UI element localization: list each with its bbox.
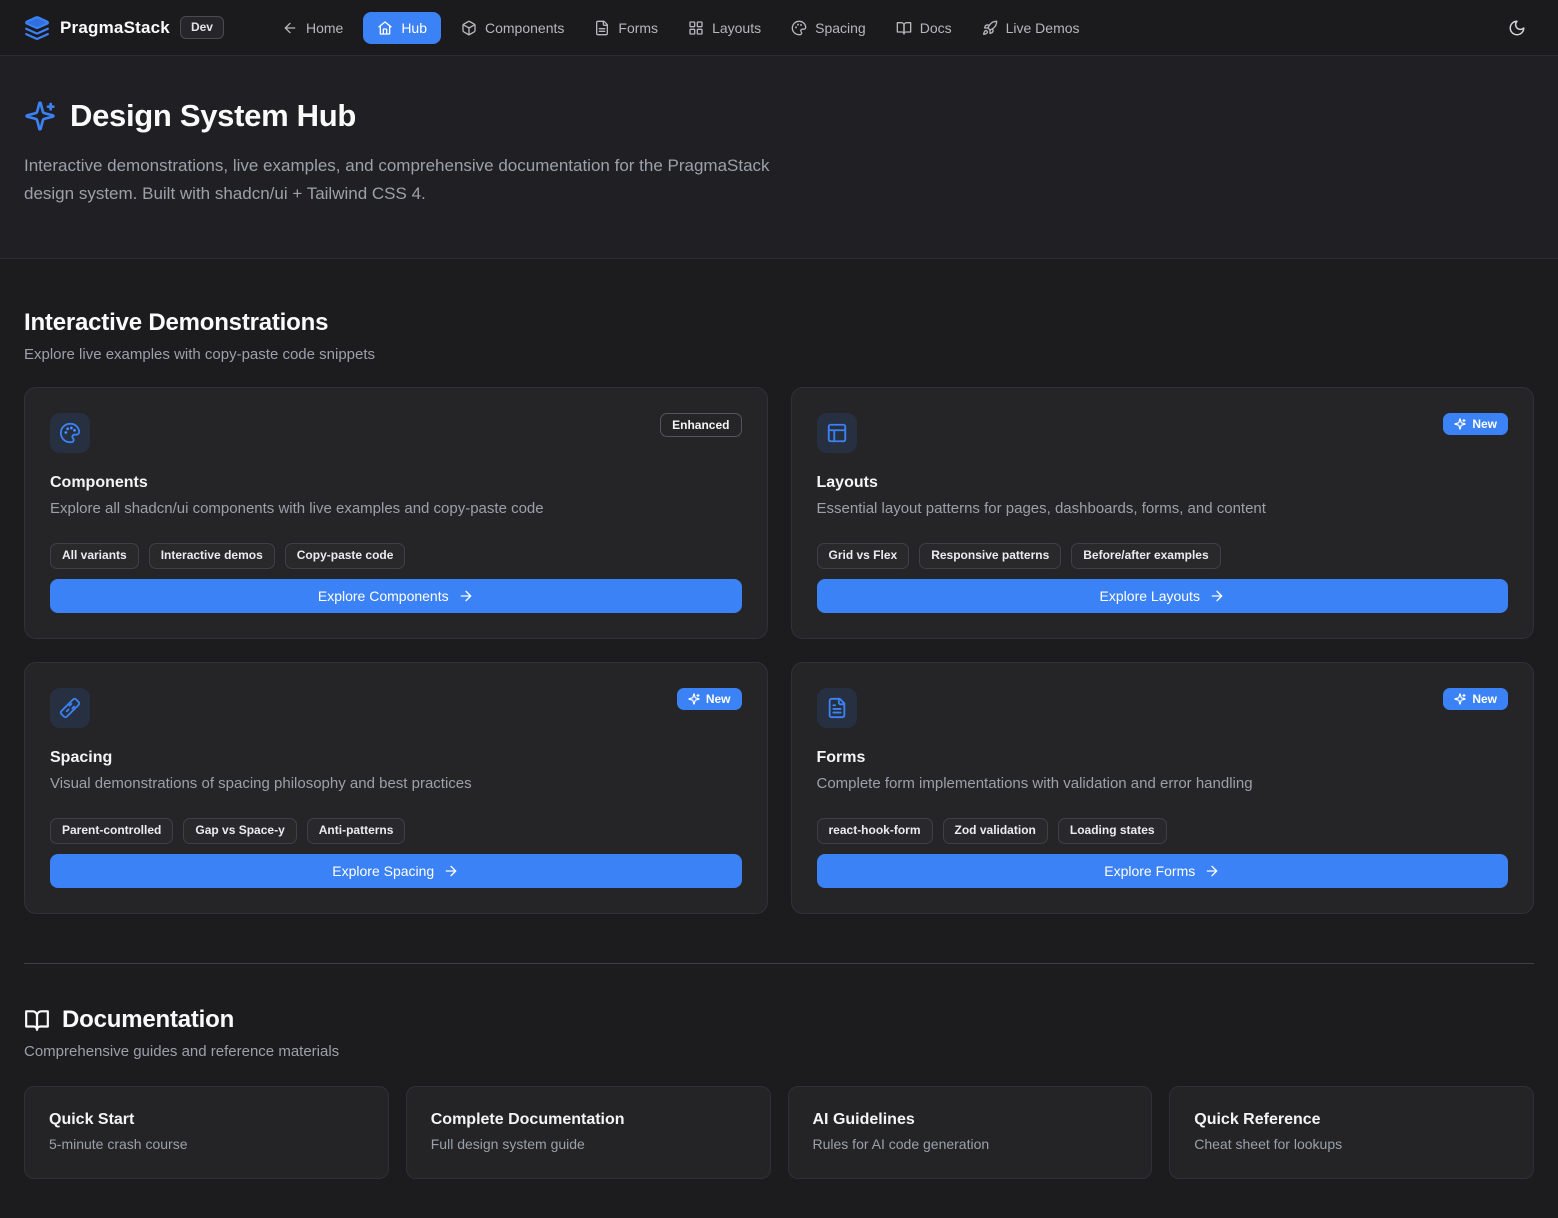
book-open-icon [24,1007,50,1033]
brand-name: PragmaStack [60,18,170,38]
top-nav: PragmaStack Dev Home Hub Components Fo [0,0,1558,56]
tag-row: Grid vs Flex Responsive patterns Before/… [817,543,1509,569]
arrow-right-icon [443,863,459,879]
box-icon [461,20,477,36]
tag: Responsive patterns [919,543,1061,569]
new-badge: New [1443,413,1508,435]
demos-section-title: Interactive Demonstrations [24,309,1534,337]
doc-card-description: Cheat sheet for lookups [1194,1136,1509,1152]
status-badge: Enhanced [660,413,741,437]
doc-card-complete-documentation[interactable]: Complete Documentation Full design syste… [406,1086,771,1179]
card-title: Spacing [50,749,742,767]
demos-section-subtitle: Explore live examples with copy-paste co… [24,346,1534,363]
explore-components-button[interactable]: Explore Components [50,579,742,613]
doc-card-ai-guidelines[interactable]: AI Guidelines Rules for AI code generati… [788,1086,1153,1179]
tag: Gap vs Space-y [183,818,296,844]
feature-card-layouts: New Layouts Essential layout patterns fo… [791,387,1535,639]
dev-badge: Dev [180,16,224,38]
hero-section: Design System Hub Interactive demonstrat… [0,56,1558,259]
tag: Parent-controlled [50,818,173,844]
tag: Grid vs Flex [817,543,910,569]
card-title: Components [50,474,742,492]
new-badge: New [677,688,742,710]
rocket-icon [982,20,998,36]
nav-item-components[interactable]: Components [451,12,574,44]
house-icon [377,20,393,36]
nav-item-spacing[interactable]: Spacing [781,12,876,44]
tag: Loading states [1058,818,1167,844]
doc-card-description: Rules for AI code generation [813,1136,1128,1152]
palette-icon [791,20,807,36]
docs-section-title: Documentation [62,1006,234,1034]
demos-section: Interactive Demonstrations Explore live … [24,309,1534,914]
arrow-right-icon [1204,863,1220,879]
tag-row: Parent-controlled Gap vs Space-y Anti-pa… [50,818,742,844]
book-open-icon [896,20,912,36]
tag: Interactive demos [149,543,275,569]
doc-card-quick-start[interactable]: Quick Start 5-minute crash course [24,1086,389,1179]
section-divider [24,963,1534,964]
card-description: Visual demonstrations of spacing philoso… [50,775,742,792]
card-title: Layouts [817,474,1509,492]
doc-card-quick-reference[interactable]: Quick Reference Cheat sheet for lookups [1169,1086,1534,1179]
moon-icon [1508,19,1526,37]
nav-links: Home Hub Components Forms Layouts [272,12,1090,44]
tag: Before/after examples [1071,543,1220,569]
tag: All variants [50,543,139,569]
arrow-right-icon [1209,588,1225,604]
brand: PragmaStack Dev [24,15,224,41]
page-subtitle: Interactive demonstrations, live example… [24,152,784,208]
ruler-icon [50,688,90,728]
theme-toggle-button[interactable] [1500,11,1534,45]
nav-item-forms[interactable]: Forms [584,12,668,44]
arrow-right-icon [458,588,474,604]
card-description: Complete form implementations with valid… [817,775,1509,792]
nav-item-hub[interactable]: Hub [363,12,441,44]
new-badge: New [1443,688,1508,710]
feature-card-components: Enhanced Components Explore all shadcn/u… [24,387,768,639]
doc-card-title: Complete Documentation [431,1111,746,1129]
card-description: Explore all shadcn/ui components with li… [50,500,742,517]
arrow-left-icon [282,20,298,36]
tag: Zod validation [943,818,1048,844]
tag: Copy-paste code [285,543,406,569]
tag: Anti-patterns [307,818,406,844]
explore-layouts-button[interactable]: Explore Layouts [817,579,1509,613]
nav-item-docs[interactable]: Docs [886,12,962,44]
file-text-icon [594,20,610,36]
layout-grid-icon [688,20,704,36]
explore-spacing-button[interactable]: Explore Spacing [50,854,742,888]
page-title: Design System Hub [70,98,356,134]
layers-logo-icon [24,15,50,41]
doc-card-title: AI Guidelines [813,1111,1128,1129]
card-title: Forms [817,749,1509,767]
doc-card-description: Full design system guide [431,1136,746,1152]
panel-layout-icon [817,413,857,453]
sparkles-icon [24,100,56,132]
tag-row: All variants Interactive demos Copy-past… [50,543,742,569]
nav-item-layouts[interactable]: Layouts [678,12,771,44]
docs-section: Documentation Comprehensive guides and r… [24,1006,1534,1179]
feature-card-spacing: New Spacing Visual demonstrations of spa… [24,662,768,914]
tag-row: react-hook-form Zod validation Loading s… [817,818,1509,844]
docs-section-subtitle: Comprehensive guides and reference mater… [24,1043,1534,1060]
nav-item-home[interactable]: Home [272,12,353,44]
file-text-icon [817,688,857,728]
doc-card-title: Quick Start [49,1111,364,1129]
feature-card-forms: New Forms Complete form implementations … [791,662,1535,914]
doc-card-title: Quick Reference [1194,1111,1509,1129]
demo-card-grid: Enhanced Components Explore all shadcn/u… [24,387,1534,914]
card-description: Essential layout patterns for pages, das… [817,500,1509,517]
palette-icon [50,413,90,453]
nav-item-live-demos[interactable]: Live Demos [972,12,1090,44]
tag: react-hook-form [817,818,933,844]
doc-card-description: 5-minute crash course [49,1136,364,1152]
explore-forms-button[interactable]: Explore Forms [817,854,1509,888]
doc-card-grid: Quick Start 5-minute crash course Comple… [24,1086,1534,1179]
